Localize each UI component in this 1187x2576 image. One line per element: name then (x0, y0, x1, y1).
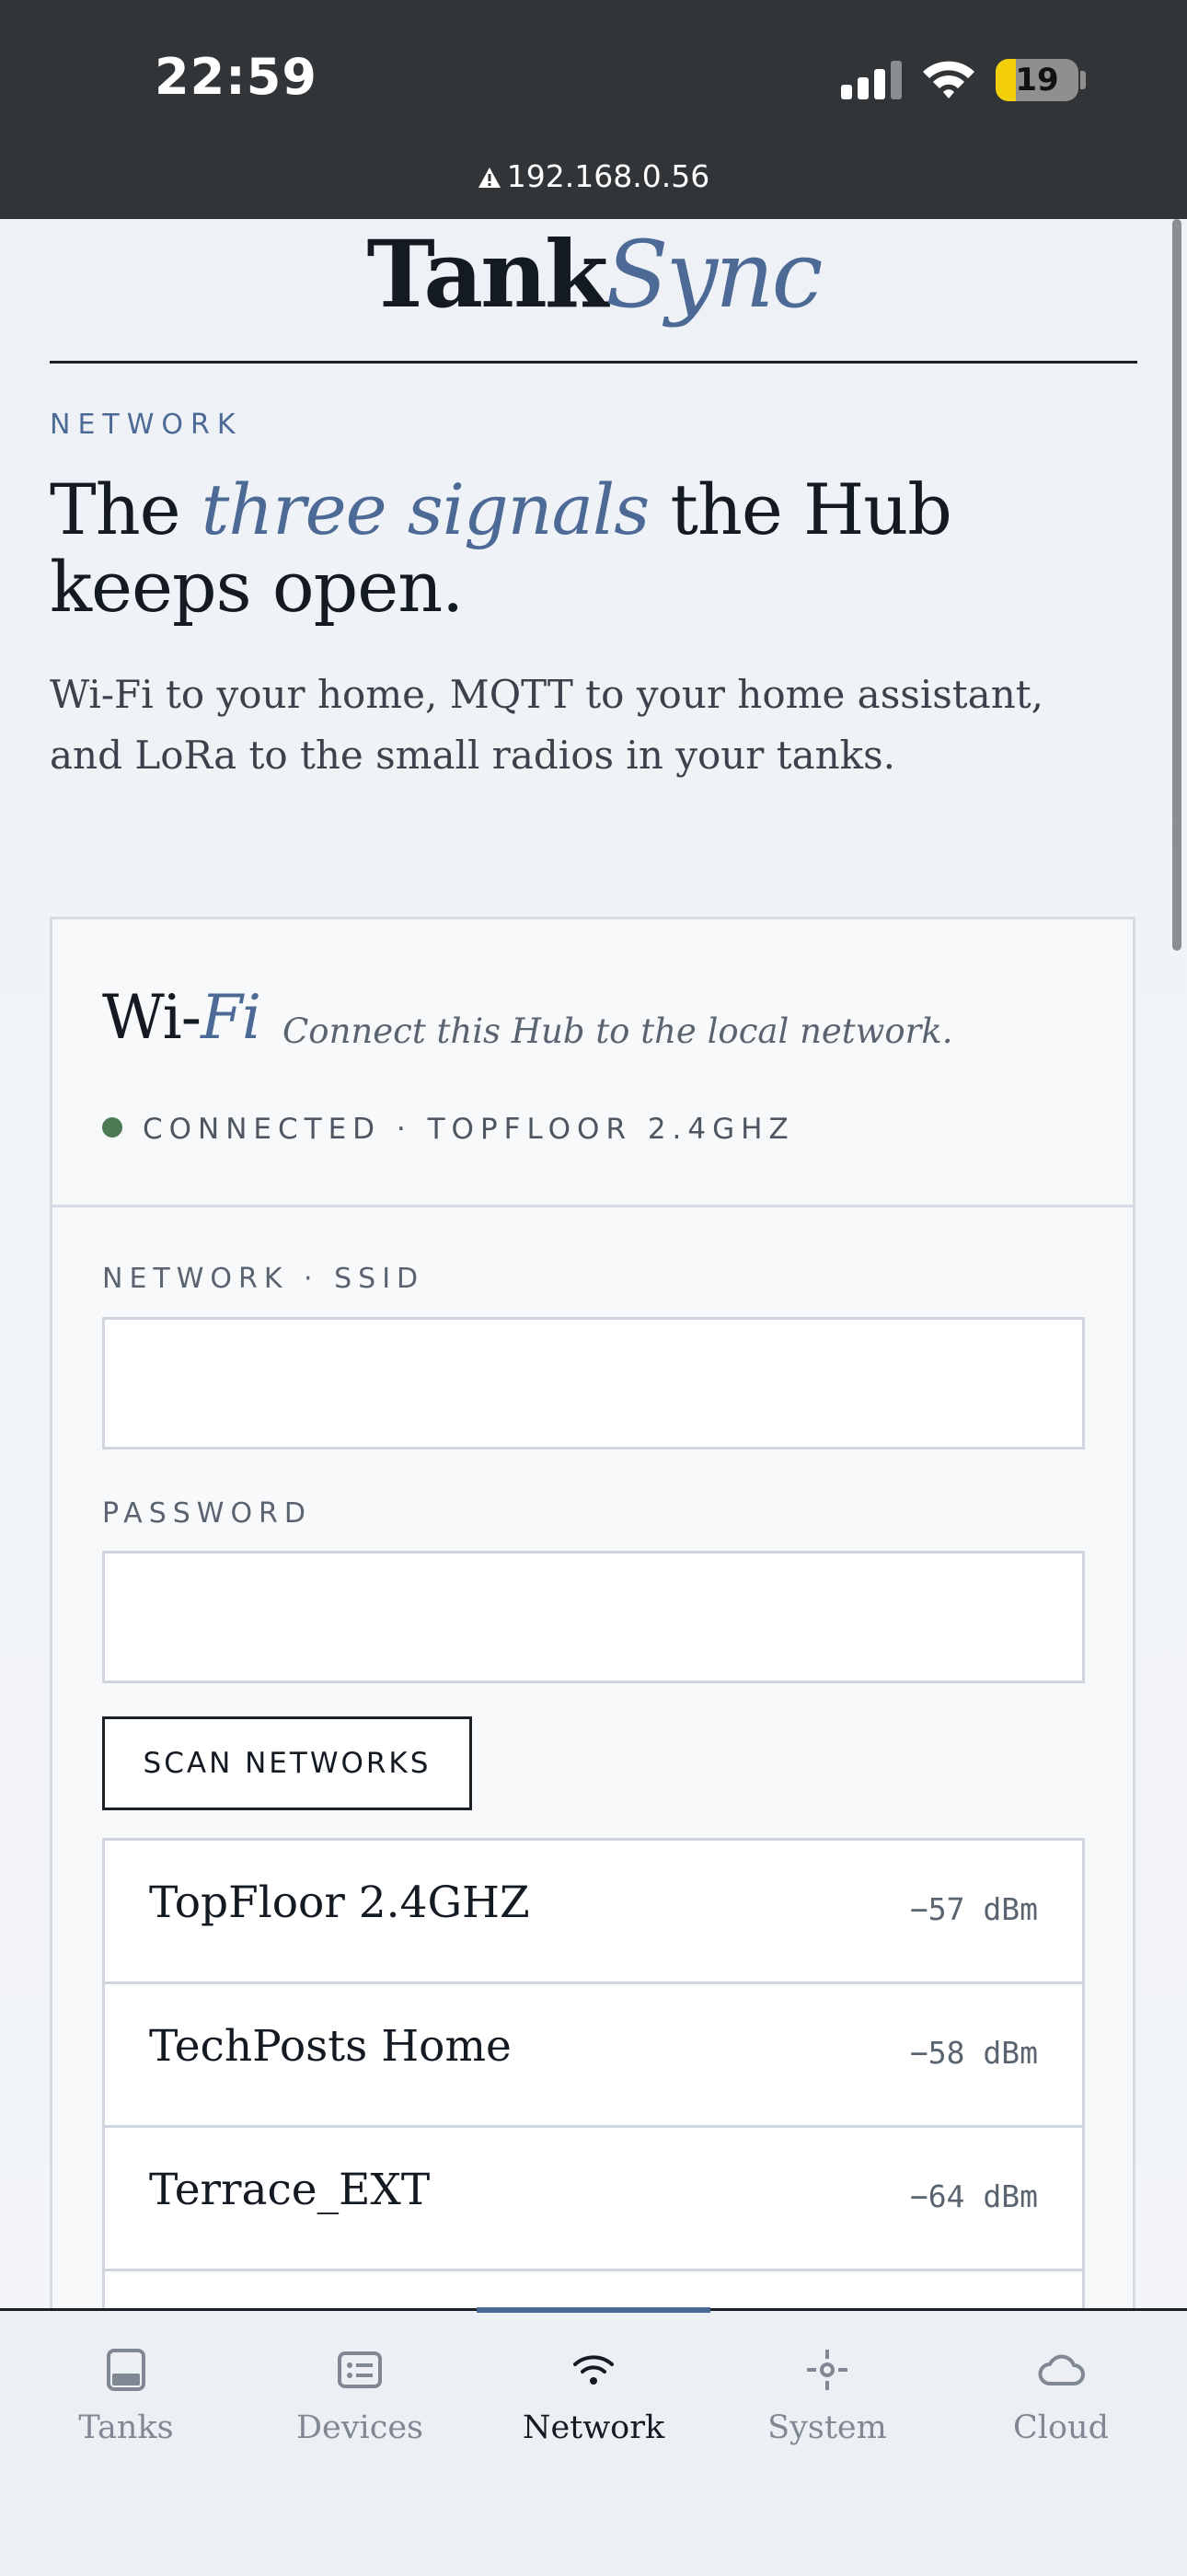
connection-status: CONNECTED · TOPFLOOR 2.4GHZ (102, 1113, 795, 1146)
wifi-card: Wi-Fi Connect this Hub to the local netw… (50, 917, 1135, 2418)
tab-tanks[interactable]: Tanks (7, 2338, 245, 2446)
system-icon (807, 2350, 847, 2390)
ssid-input[interactable] (102, 1317, 1085, 1450)
battery-icon: 19 (996, 59, 1078, 101)
network-name: Terrace_EXT (149, 2165, 431, 2215)
tab-label: System (767, 2409, 887, 2446)
wifi-status-icon (923, 61, 974, 98)
tab-label: Tanks (78, 2409, 174, 2446)
network-signal-strength: −64 dBm (909, 2178, 1038, 2214)
password-label: PASSWORD (102, 1497, 313, 1530)
network-item[interactable]: TechPosts Home −58 dBm (105, 1984, 1082, 2128)
wifi-card-subtitle: Connect this Hub to the local network. (282, 1011, 953, 1051)
address-bar[interactable]: 192.168.0.56 (0, 158, 1187, 194)
scan-networks-button[interactable]: SCAN NETWORKS (102, 1716, 472, 1810)
network-signal-strength: −58 dBm (909, 2035, 1038, 2071)
network-name: TechPosts Home (149, 2021, 512, 2072)
devices-icon (338, 2351, 382, 2388)
status-dot-icon (102, 1117, 122, 1138)
tab-devices[interactable]: Devices (241, 2338, 478, 2446)
section-eyebrow: NETWORK (50, 409, 243, 441)
network-signal-strength: −57 dBm (909, 1891, 1038, 1927)
network-name: TopFloor 2.4GHZ (149, 1877, 530, 1928)
header-divider (50, 361, 1137, 364)
cloud-icon (1038, 2354, 1085, 2385)
network-item[interactable]: Terrace_EXT −64 dBm (105, 2128, 1082, 2271)
tab-cloud[interactable]: Cloud (942, 2338, 1180, 2446)
tank-icon (107, 2349, 145, 2391)
url-text: 192.168.0.56 (506, 158, 710, 194)
tab-label: Cloud (1013, 2409, 1109, 2446)
battery-level: 19 (1015, 62, 1059, 98)
app-logo: TankSync (366, 220, 823, 329)
tab-label: Devices (295, 2409, 424, 2446)
status-bar: 22:59 19 192.168.0.56 (0, 0, 1187, 219)
scrollbar[interactable] (1172, 219, 1181, 951)
wifi-icon (573, 2355, 614, 2385)
network-item[interactable]: TopFloor 2.4GHZ −57 dBm (105, 1841, 1082, 1984)
page-description: Wi-Fi to your home, MQTT to your home as… (50, 672, 1044, 778)
clock: 22:59 (155, 48, 317, 106)
warning-icon (478, 167, 501, 188)
wifi-card-header: Wi-Fi Connect this Hub to the local netw… (52, 919, 1133, 1207)
wifi-card-title: Wi-Fi (102, 982, 261, 1053)
active-tab-indicator (477, 2307, 710, 2313)
cellular-signal-icon (841, 61, 902, 99)
tab-network[interactable]: Network (475, 2338, 712, 2446)
tab-system[interactable]: System (709, 2338, 946, 2446)
page-title: The three signals the Hub keeps open. (50, 468, 952, 628)
password-input[interactable] (102, 1551, 1085, 1683)
tab-label: Network (522, 2409, 665, 2446)
ssid-label: NETWORK · SSID (102, 1263, 425, 1295)
